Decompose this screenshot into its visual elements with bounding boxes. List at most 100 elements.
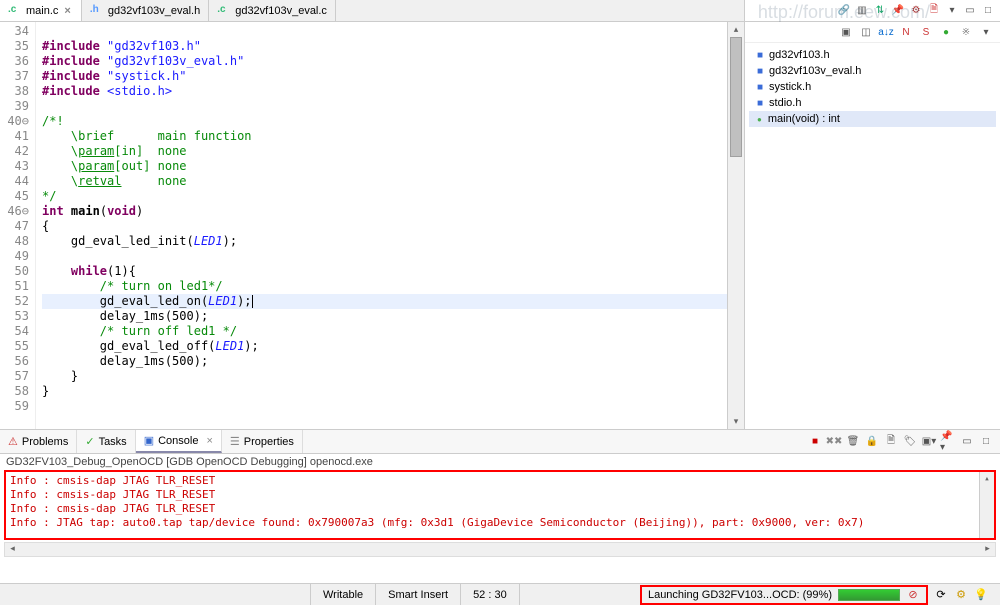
- launching-progress[interactable]: Launching GD32FV103...OCD: (99%) ⊘: [640, 585, 928, 605]
- view-icon[interactable]: ▥: [854, 3, 870, 19]
- console-line: Info : cmsis-dap JTAG TLR_RESET: [10, 488, 990, 502]
- outline-list: ■gd32vf103.h■gd32vf103v_eval.h■systick.h…: [745, 43, 1000, 131]
- maximize-icon[interactable]: □: [980, 3, 996, 19]
- console-h-scrollbar[interactable]: ◂ ▸: [4, 542, 996, 557]
- scroll-up-icon[interactable]: ▴: [728, 22, 744, 37]
- header-icon: ■: [757, 98, 763, 109]
- sort-az-icon[interactable]: a↓z: [878, 24, 894, 40]
- console-icon: ▣: [144, 434, 154, 447]
- header-icon: ■: [757, 82, 763, 93]
- bottom-tabs: ⚠ Problems ✓ Tasks ▣ Console × ☰ Propert…: [0, 430, 1000, 454]
- filter-o-icon[interactable]: ●: [938, 24, 954, 40]
- c-file-icon: .c: [217, 4, 231, 18]
- remove-all-icon[interactable]: ✖✖: [826, 434, 842, 450]
- filter-m-icon[interactable]: ※: [958, 24, 974, 40]
- maximize-icon[interactable]: □: [978, 434, 994, 450]
- scroll-down-icon[interactable]: ▾: [728, 414, 744, 429]
- outline-item[interactable]: ■ gd32vf103.h: [749, 47, 996, 63]
- updates-icon[interactable]: ⟳: [934, 588, 948, 602]
- console-line: Info : cmsis-dap JTAG TLR_RESET: [10, 502, 990, 516]
- editor-tabs: .c main.c × .h gd32vf103v_eval.h .c gd32…: [0, 0, 744, 22]
- sort-icon[interactable]: ⇅: [872, 3, 888, 19]
- tab-label: Properties: [244, 436, 294, 448]
- outline-label: systick.h: [769, 81, 811, 93]
- tab-label: main.c: [26, 5, 58, 17]
- console-v-scrollbar[interactable]: ▴: [979, 472, 994, 538]
- collapse-icon[interactable]: ▣: [838, 24, 854, 40]
- tab-main-c[interactable]: .c main.c ×: [0, 0, 82, 21]
- launch-text: Launching GD32FV103...OCD: (99%): [648, 589, 832, 601]
- doc-icon[interactable]: 🗎: [926, 3, 942, 19]
- tab-problems[interactable]: ⚠ Problems: [0, 430, 77, 453]
- close-icon[interactable]: ×: [202, 435, 212, 447]
- tab-eval-c[interactable]: .c gd32vf103v_eval.c: [209, 0, 336, 21]
- progress-bar: [838, 589, 900, 601]
- outline-item[interactable]: ■gd32vf103v_eval.h: [749, 63, 996, 79]
- header-icon: ■: [757, 50, 763, 61]
- tab-label: Tasks: [99, 436, 127, 448]
- tab-label: Problems: [22, 436, 68, 448]
- tab-label: gd32vf103v_eval.c: [235, 5, 327, 17]
- console-line: Info : cmsis-dap JTAG TLR_RESET: [10, 474, 990, 488]
- chevron-down-icon[interactable]: ▾: [944, 3, 960, 19]
- console-output[interactable]: Info : cmsis-dap JTAG TLR_RESETInfo : cm…: [4, 470, 996, 540]
- function-icon: ●: [757, 115, 762, 124]
- menu-icon[interactable]: ▾: [978, 24, 994, 40]
- code-area[interactable]: #include "gd32vf103.h"#include "gd32vf10…: [36, 22, 727, 429]
- outline-item[interactable]: ■ systick.h: [749, 79, 996, 95]
- minimize-icon[interactable]: ▭: [959, 434, 975, 450]
- tab-tasks[interactable]: ✓ Tasks: [77, 430, 135, 453]
- c-file-icon: .c: [8, 4, 22, 18]
- status-writable: Writable: [310, 584, 375, 605]
- tab-properties[interactable]: ☰ Properties: [222, 430, 303, 453]
- stop-icon[interactable]: ■: [807, 434, 823, 450]
- problems-icon: ⚠: [8, 435, 18, 448]
- stop-launch-icon[interactable]: ⊘: [906, 588, 920, 602]
- tab-console[interactable]: ▣ Console ×: [136, 430, 222, 453]
- doc-icon[interactable]: 🗎: [883, 434, 899, 450]
- outline-pane: 🔗 ▥ ⇅ 📌 ⚙ 🗎 ▾ ▭ □ ▣ ◫ a↓z N S ● ※ ▾ ■gd3…: [745, 0, 1000, 429]
- tasks-icon: ✓: [85, 435, 94, 448]
- tab-label: gd32vf103v_eval.h: [108, 5, 200, 17]
- outline-label: gd32vf103v_eval.h: [769, 65, 861, 77]
- tab-eval-h[interactable]: .h gd32vf103v_eval.h: [82, 0, 209, 21]
- filter-s-icon[interactable]: S: [918, 24, 934, 40]
- pin-icon[interactable]: 📌▾: [940, 434, 956, 450]
- outline-toolbar-2: ▣ ◫ a↓z N S ● ※ ▾: [745, 22, 1000, 43]
- console-line: Info : JTAG tap: auto0.tap tap/device fo…: [10, 516, 990, 530]
- outline-label: main(void) : int: [768, 113, 840, 125]
- lock-scroll-icon[interactable]: 🔒: [864, 434, 880, 450]
- line-number-gutter: 34353637383940⊖414243444546⊖474849505152…: [0, 22, 36, 429]
- outline-label: stdio.h: [769, 97, 801, 109]
- status-cursor-pos: 52 : 30: [460, 584, 519, 605]
- gear-icon[interactable]: ⚙: [908, 3, 924, 19]
- scroll-up-icon[interactable]: ▴: [980, 472, 994, 486]
- notifications-icon[interactable]: ⚙: [954, 588, 968, 602]
- outline-label: gd32vf103.h: [769, 49, 830, 61]
- tab-label: Console: [158, 435, 198, 447]
- tag-icon[interactable]: 🏷: [902, 434, 918, 450]
- clear-icon[interactable]: 🗑: [845, 434, 861, 450]
- scroll-left-icon[interactable]: ◂: [5, 543, 20, 556]
- tip-icon[interactable]: 💡: [974, 588, 988, 602]
- status-insert-mode: Smart Insert: [375, 584, 460, 605]
- box-icon[interactable]: ◫: [858, 24, 874, 40]
- h-file-icon: .h: [90, 4, 104, 18]
- link-icon[interactable]: 🔗: [836, 3, 852, 19]
- console-select-icon[interactable]: ▣▾: [921, 434, 937, 450]
- vertical-scrollbar[interactable]: ▴ ▾: [727, 22, 744, 429]
- outline-item[interactable]: ● main(void) : int: [749, 111, 996, 127]
- editor-pane: .c main.c × .h gd32vf103v_eval.h .c gd32…: [0, 0, 745, 429]
- outline-toolbar-1: 🔗 ▥ ⇅ 📌 ⚙ 🗎 ▾ ▭ □: [745, 0, 1000, 22]
- scroll-right-icon[interactable]: ▸: [980, 543, 995, 556]
- minimize-icon[interactable]: ▭: [962, 3, 978, 19]
- filter-n-icon[interactable]: N: [898, 24, 914, 40]
- outline-item[interactable]: ■ stdio.h: [749, 95, 996, 111]
- status-bar: Writable Smart Insert 52 : 30 Launching …: [0, 583, 1000, 605]
- close-icon[interactable]: ×: [62, 5, 72, 17]
- pin-icon[interactable]: 📌: [890, 3, 906, 19]
- scroll-thumb[interactable]: [730, 37, 742, 157]
- console-toolbar: ■ ✖✖ 🗑 🔒 🗎 🏷 ▣▾ 📌▾ ▭ □: [807, 434, 1000, 450]
- console-launch-title: GD32FV103_Debug_OpenOCD [GDB OpenOCD Deb…: [0, 454, 1000, 470]
- properties-icon: ☰: [230, 435, 240, 448]
